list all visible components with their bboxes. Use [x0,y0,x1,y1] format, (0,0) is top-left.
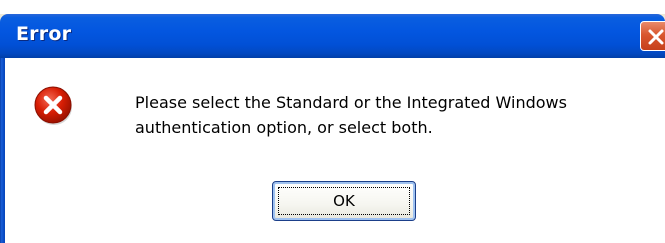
message-line-1: Please select the Standard or the Integr… [135,93,567,112]
window-left-border [0,58,5,243]
background-strip [0,0,665,14]
ok-button[interactable]: OK [272,181,416,221]
error-icon [34,86,72,125]
dialog-title: Error [16,23,72,45]
ok-button-label: OK [333,192,355,210]
close-button[interactable] [640,21,665,51]
close-icon [648,29,664,45]
error-message: Please select the Standard or the Integr… [135,90,665,140]
message-line-2: authentication option, or select both. [135,118,433,137]
error-dialog: Error Please select the Standard or the … [0,0,665,243]
title-bar[interactable]: Error [0,14,665,58]
